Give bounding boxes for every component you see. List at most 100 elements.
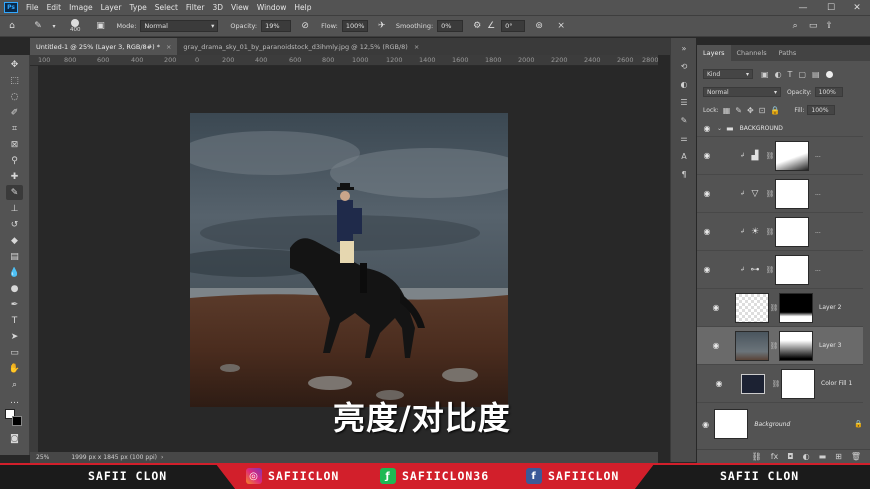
- pen-tool-icon[interactable]: ✒: [6, 297, 23, 312]
- menu-layer[interactable]: Layer: [97, 3, 126, 12]
- rectangle-tool-icon[interactable]: ▭: [6, 345, 23, 360]
- layer-row[interactable]: ◉ ↲ ⊶ ⛓ ...: [697, 251, 863, 289]
- layer-mask-thumbnail[interactable]: [775, 216, 809, 247]
- eye-icon[interactable]: ◉: [697, 420, 714, 429]
- path-selection-tool-icon[interactable]: ➤: [6, 329, 23, 344]
- flow-field[interactable]: 100%: [341, 20, 368, 32]
- menu-view[interactable]: View: [227, 3, 253, 12]
- collapse-icon[interactable]: »: [677, 42, 691, 54]
- history-icon[interactable]: ⟲: [677, 60, 691, 72]
- new-adjustment-icon[interactable]: ◐: [803, 452, 810, 461]
- tab-untitled-1[interactable]: Untitled-1 @ 25% (Layer 3, RGB/8#) * ×: [30, 38, 178, 55]
- eye-icon[interactable]: ◉: [697, 303, 735, 312]
- brush-settings-icon[interactable]: ▣: [95, 20, 107, 32]
- link-icon[interactable]: ⛓: [765, 228, 775, 236]
- eye-icon[interactable]: ◉: [697, 265, 717, 274]
- crop-tool-icon[interactable]: ⌗: [6, 121, 23, 136]
- quick-select-tool-icon[interactable]: ✐: [6, 105, 23, 120]
- layer-row[interactable]: ◉ ↲ ☀ ⛓ ...: [697, 213, 863, 251]
- layer-mask-thumbnail[interactable]: [779, 292, 813, 323]
- adjustments-icon[interactable]: ◐: [677, 78, 691, 90]
- hand-tool-icon[interactable]: ✋: [6, 361, 23, 376]
- brush-tool-icon[interactable]: ✎: [6, 185, 23, 200]
- lasso-tool-icon[interactable]: ◌: [6, 89, 23, 104]
- menu-file[interactable]: File: [22, 3, 43, 12]
- adjustment-filter-icon[interactable]: ◐: [775, 70, 782, 79]
- link-icon[interactable]: ⛓: [765, 266, 775, 274]
- healing-brush-tool-icon[interactable]: ✚: [6, 169, 23, 184]
- document-canvas[interactable]: [190, 113, 508, 407]
- gradient-tool-icon[interactable]: ▤: [6, 249, 23, 264]
- menu-help[interactable]: Help: [290, 3, 315, 12]
- chevron-down-icon[interactable]: ⌄: [717, 125, 722, 132]
- layer-row-layer-2[interactable]: ◉ ⛓ Layer 2: [697, 289, 863, 327]
- more-tools-icon[interactable]: …: [6, 393, 23, 408]
- tab-gray-drama-sky[interactable]: gray_drama_sky_01_by_paranoidstock_d3ihm…: [177, 38, 425, 55]
- maximize-icon[interactable]: ☐: [818, 0, 844, 15]
- lock-artboard-icon[interactable]: ⊡: [759, 106, 766, 115]
- layer-thumbnail[interactable]: [714, 409, 749, 439]
- airbrush-icon[interactable]: ✈: [376, 20, 388, 32]
- smoothing-field[interactable]: 0%: [437, 20, 464, 32]
- menu-type[interactable]: Type: [126, 3, 151, 12]
- symmetry-icon[interactable]: ⨯: [555, 20, 567, 32]
- eye-icon[interactable]: ◉: [697, 379, 741, 388]
- search-icon[interactable]: ⌕: [789, 20, 801, 32]
- tab-paths[interactable]: Paths: [773, 45, 803, 61]
- layer-mask-thumbnail[interactable]: [775, 140, 809, 171]
- brush-settings-icon[interactable]: ✎: [677, 114, 691, 126]
- link-icon[interactable]: ⛓: [765, 190, 775, 198]
- lock-pixels-icon[interactable]: ✎: [735, 106, 742, 115]
- menu-image[interactable]: Image: [65, 3, 97, 12]
- menu-filter[interactable]: Filter: [182, 3, 209, 12]
- opacity-field[interactable]: 19%: [261, 20, 292, 32]
- tab-layers[interactable]: Layers: [697, 45, 731, 61]
- gear-icon[interactable]: ⚙: [471, 20, 483, 32]
- type-tool-icon[interactable]: T: [6, 313, 23, 328]
- type-filter-icon[interactable]: T: [788, 70, 793, 79]
- workspace-icon[interactable]: ▭: [807, 20, 819, 32]
- eraser-tool-icon[interactable]: ◆: [6, 233, 23, 248]
- blur-tool-icon[interactable]: 💧: [6, 265, 23, 280]
- angle-field[interactable]: 0°: [501, 20, 526, 32]
- zoom-level[interactable]: 25%: [36, 454, 49, 461]
- brush-preset-picker[interactable]: 400: [70, 19, 81, 33]
- new-layer-icon[interactable]: ⊞: [835, 452, 842, 461]
- eye-icon[interactable]: ◉: [697, 151, 717, 160]
- mode-select[interactable]: Normal ▾: [140, 20, 219, 32]
- eye-icon[interactable]: ◉: [697, 227, 717, 236]
- eyedropper-tool-icon[interactable]: ⚲: [6, 153, 23, 168]
- chevron-down-icon[interactable]: ▾: [48, 20, 60, 32]
- chevron-right-icon[interactable]: ›: [161, 454, 163, 461]
- layer-group-background[interactable]: ◉ ⌄ ▬ BACKGROUND: [697, 121, 863, 137]
- lock-position-icon[interactable]: ✥: [747, 106, 754, 115]
- menu-edit[interactable]: Edit: [43, 3, 66, 12]
- smart-filter-icon[interactable]: ▤: [812, 70, 820, 79]
- blend-mode-select[interactable]: Normal ▾: [703, 87, 781, 97]
- minimize-icon[interactable]: —: [790, 0, 816, 15]
- zoom-tool-icon[interactable]: ⌕: [6, 377, 23, 392]
- layer-thumbnail[interactable]: [735, 330, 769, 361]
- link-icon[interactable]: ⛓: [765, 152, 775, 160]
- shape-filter-icon[interactable]: ▢: [798, 70, 806, 79]
- layer-row-background[interactable]: ◉ Background 🔒: [697, 405, 863, 443]
- layer-row[interactable]: ◉ ↲ ▽ ⛓ ...: [697, 175, 863, 213]
- layer-mask-thumbnail[interactable]: [775, 254, 809, 285]
- marquee-tool-icon[interactable]: ⬚: [6, 73, 23, 88]
- character-icon[interactable]: A: [677, 150, 691, 162]
- pressure-opacity-icon[interactable]: ⊘: [299, 20, 311, 32]
- close-icon[interactable]: ×: [166, 43, 171, 51]
- close-icon[interactable]: ×: [414, 43, 419, 51]
- new-group-icon[interactable]: ▬: [819, 452, 827, 461]
- image-filter-icon[interactable]: ▣: [761, 70, 769, 79]
- clone-stamp-tool-icon[interactable]: ⊥: [6, 201, 23, 216]
- layer-mask-thumbnail[interactable]: [781, 368, 815, 399]
- sliders-icon[interactable]: ⚌: [677, 132, 691, 144]
- menu-3d[interactable]: 3D: [208, 3, 227, 12]
- filter-toggle-icon[interactable]: [825, 70, 833, 78]
- link-icon[interactable]: ⛓: [771, 380, 781, 388]
- history-brush-tool-icon[interactable]: ↺: [6, 217, 23, 232]
- layer-thumbnail[interactable]: [735, 292, 769, 323]
- trash-icon[interactable]: 🗑: [851, 452, 861, 461]
- dodge-tool-icon[interactable]: ●: [6, 281, 23, 296]
